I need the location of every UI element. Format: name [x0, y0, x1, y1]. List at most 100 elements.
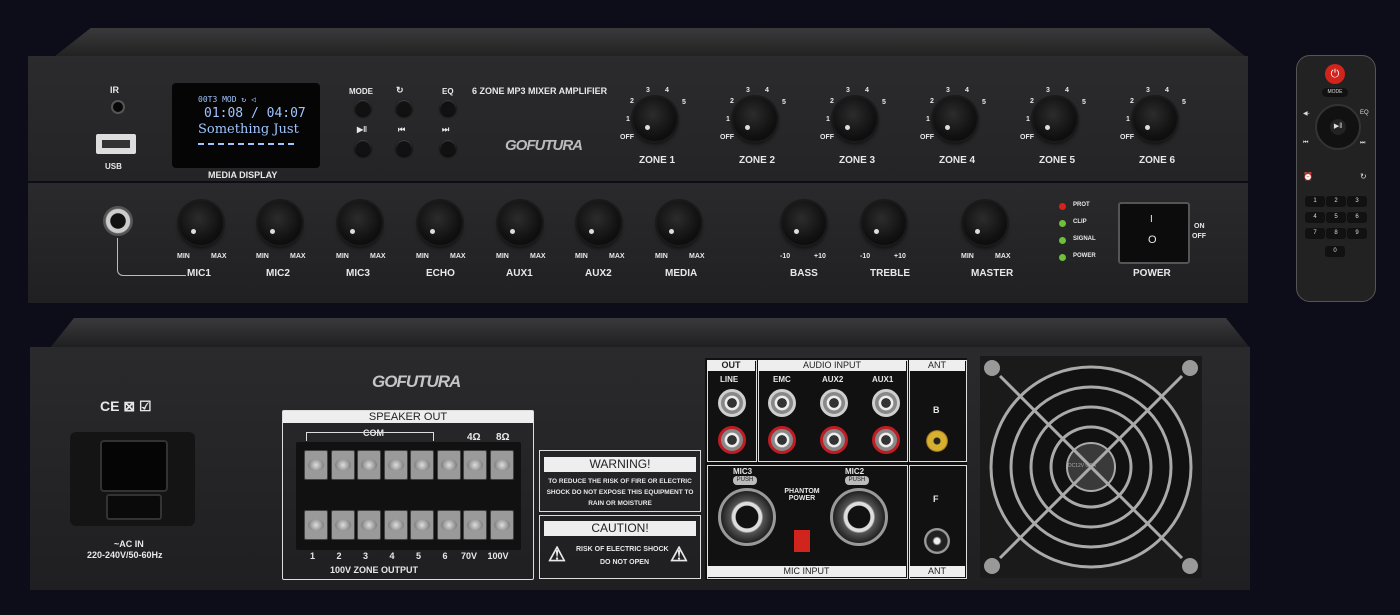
ac-inlet[interactable] [70, 432, 195, 526]
remote-prev-icon[interactable]: ⏮ [1303, 140, 1308, 147]
echo-knob[interactable] [418, 201, 462, 245]
remote-key-2[interactable]: 2 [1326, 196, 1346, 207]
remote-key-3[interactable]: 3 [1347, 196, 1367, 207]
eq-button[interactable] [440, 100, 456, 116]
zone-3-scale-s4: 4 [865, 87, 869, 94]
aux1-left-jack[interactable] [872, 389, 900, 417]
remote-eq-button[interactable]: EQ [1360, 110, 1369, 116]
mic1-knob[interactable] [179, 201, 223, 245]
terminal-top-screw-1[interactable] [304, 450, 328, 480]
zone-6-knob[interactable] [1133, 97, 1177, 141]
repeat-button[interactable] [396, 100, 412, 116]
emc-left-jack[interactable] [768, 389, 796, 417]
terminal-bottom-screw-8[interactable] [489, 510, 514, 540]
antenna-f-connector[interactable] [924, 528, 950, 554]
remote-next-icon[interactable]: ⏭ [1360, 140, 1365, 147]
power-on-label: ON [1194, 223, 1205, 230]
zone-2-knob[interactable] [733, 97, 777, 141]
treble-knob[interactable] [862, 201, 906, 245]
remote-key-6[interactable]: 6 [1347, 212, 1367, 223]
terminal-top-screw-6[interactable] [436, 450, 461, 480]
terminal-bottom-screw-1[interactable] [304, 510, 328, 540]
remote-key-7[interactable]: 7 [1305, 228, 1325, 239]
mic2-knob[interactable] [258, 201, 302, 245]
remote-power-button[interactable]: ⏻ [1325, 64, 1345, 84]
power-off-label: OFF [1192, 233, 1206, 240]
zone-3-knob[interactable] [833, 97, 877, 141]
antenna-b-connector[interactable] [926, 430, 948, 452]
terminal-bottom-screw-7[interactable] [463, 510, 487, 540]
aux1-right-jack[interactable] [872, 426, 900, 454]
emc-right-jack[interactable] [768, 426, 796, 454]
phantom-power-dip-switch[interactable] [794, 530, 810, 552]
remote-timer-icon[interactable]: ⏰ [1303, 172, 1313, 181]
play-pause-icon: ▶‖ [357, 125, 368, 134]
terminal-top-screw-3[interactable] [357, 450, 381, 480]
terminal-top-screw-7[interactable] [463, 450, 487, 480]
terminal-bottom-screw-3[interactable] [357, 510, 381, 540]
next-button[interactable] [440, 140, 456, 156]
zone-4-knob[interactable] [933, 97, 977, 141]
usb-port[interactable] [96, 134, 136, 154]
aux2-max-label: MAX [609, 253, 625, 260]
mic3-push-tab[interactable]: PUSH [733, 476, 757, 485]
remote-control: ⏻ MODE ▶‖ ◀- EQ ⏮ ⏭ ⏰ ↻ 123 456 7890 [1296, 55, 1376, 302]
terminal-label-6: 6 [442, 551, 448, 561]
terminal-bottom-screw-4[interactable] [383, 510, 408, 540]
zone-1-label: ZONE 1 [639, 155, 676, 166]
terminal-block [296, 442, 521, 550]
zone-1-scale-s5: 5 [682, 99, 686, 106]
mic1-jack[interactable] [103, 206, 133, 236]
remote-key-8[interactable]: 8 [1326, 228, 1346, 239]
terminal-top-screw-4[interactable] [383, 450, 408, 480]
mic3-knob[interactable] [338, 201, 382, 245]
terminal-bottom-screw-5[interactable] [410, 510, 434, 540]
zone-5-knob[interactable] [1033, 97, 1077, 141]
power-switch[interactable]: I O [1118, 202, 1190, 264]
fuse-holder[interactable] [106, 494, 162, 520]
back-brand-logo: GOFUTURA [372, 372, 461, 391]
terminal-top-screw-5[interactable] [410, 450, 434, 480]
remote-mode-button[interactable]: MODE [1322, 88, 1348, 97]
line-out-right-jack[interactable] [718, 426, 746, 454]
front-top-bevel [55, 28, 1245, 56]
remote-dpad[interactable]: ▶‖ [1315, 104, 1361, 150]
zone-output-label: 100V ZONE OUTPUT [330, 565, 419, 575]
bass-knob[interactable] [782, 201, 826, 245]
terminal-bottom-screw-6[interactable] [436, 510, 461, 540]
remote-key-1[interactable]: 1 [1305, 196, 1325, 207]
terminal-top-screw-2[interactable] [330, 450, 355, 480]
terminal-bottom-screw-2[interactable] [330, 510, 355, 540]
aux2-right-jack[interactable] [820, 426, 848, 454]
zone-1-knob[interactable] [633, 97, 677, 141]
aux1-min-label: MIN [496, 253, 509, 260]
zone-2-scale-s1: 1 [726, 116, 730, 123]
remote-vol-down-icon[interactable]: ◀- [1303, 110, 1310, 117]
master-knob[interactable] [963, 201, 1007, 245]
mic2-xlr-combo-jack[interactable] [830, 488, 888, 546]
terminal-top-screw-8[interactable] [489, 450, 514, 480]
display-time: 01:08 / 04:07 [204, 106, 306, 121]
mic2-push-tab[interactable]: PUSH [845, 476, 869, 485]
aux2-knob[interactable] [577, 201, 621, 245]
play-pause-button[interactable] [355, 140, 371, 156]
remote-play-button[interactable]: ▶‖ [1330, 119, 1346, 135]
aux2-left-jack[interactable] [820, 389, 848, 417]
remote-repeat-icon[interactable]: ↻ [1360, 172, 1367, 181]
out-label: OUT [707, 360, 755, 371]
antenna-f-section [909, 465, 967, 579]
mic3-xlr-combo-jack[interactable] [718, 488, 776, 546]
zone-3-label: ZONE 3 [839, 155, 876, 166]
previous-button[interactable] [396, 140, 412, 156]
mode-label: MODE [349, 87, 373, 96]
mode-button[interactable] [355, 100, 371, 116]
remote-key-9[interactable]: 9 [1347, 228, 1367, 239]
remote-key-5[interactable]: 5 [1326, 212, 1346, 223]
mic1-label: MIC1 [187, 268, 211, 279]
line-out-left-jack[interactable] [718, 389, 746, 417]
remote-key-4[interactable]: 4 [1305, 212, 1325, 223]
remote-key-0[interactable]: 0 [1325, 246, 1345, 257]
media-knob[interactable] [657, 201, 701, 245]
terminal-label-4: 4 [389, 551, 395, 561]
aux1-knob[interactable] [498, 201, 542, 245]
